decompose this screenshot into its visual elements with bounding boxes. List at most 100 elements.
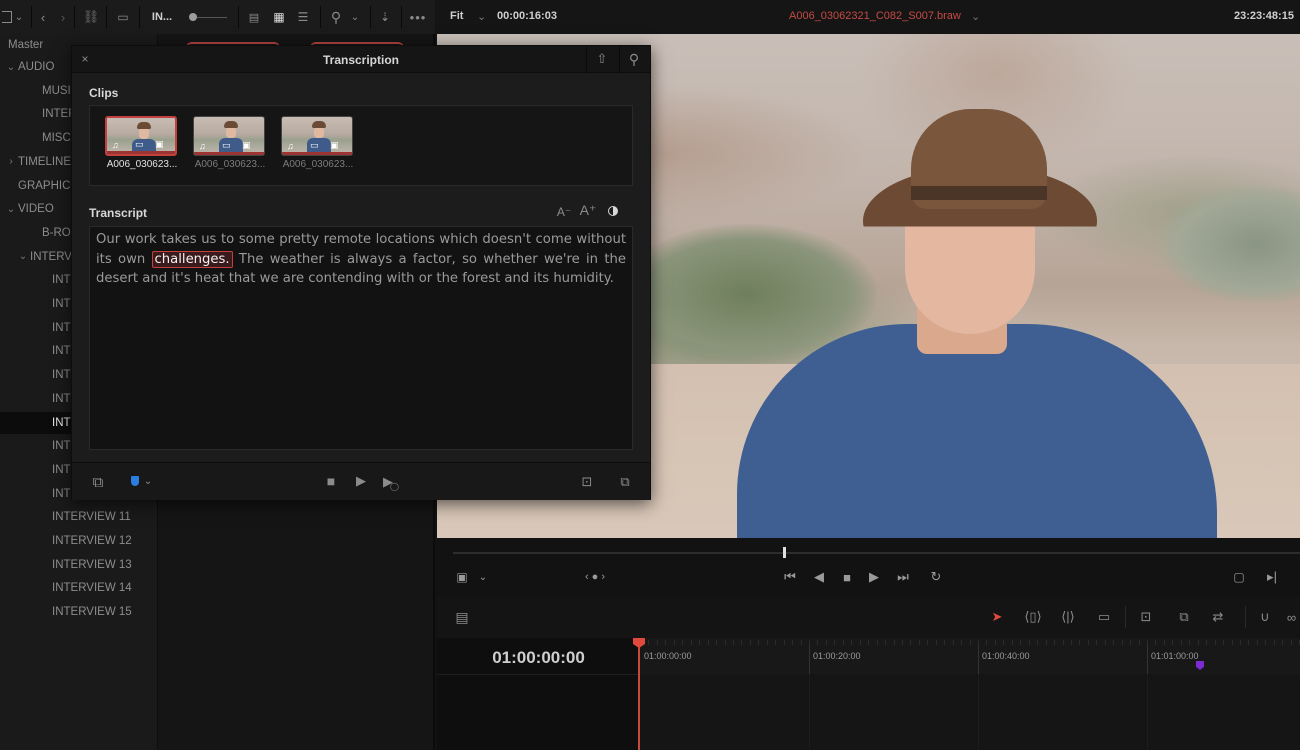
stop-icon[interactable]: ■ [839, 568, 855, 586]
create-subclip-icon[interactable]: ⧉ [88, 473, 108, 491]
clip-item[interactable]: ♫ ▭ ▣ A006_030623... [281, 116, 355, 170]
ruler-minor-tick [1121, 640, 1123, 645]
video-icon: ▣ [155, 139, 164, 149]
play-icon[interactable]: ▶ [866, 568, 882, 586]
forward-icon[interactable]: › [56, 0, 70, 34]
chevron-down-icon[interactable]: ⌄ [4, 204, 18, 215]
bin-item[interactable]: INTERVIEW 14 [0, 577, 158, 599]
bin-item[interactable]: INTERVIEW 12 [0, 530, 158, 552]
clip-item[interactable]: ♫ ▭ ▣ A006_030623... [105, 116, 179, 170]
ruler-minor-tick [1011, 640, 1013, 645]
search-options-chevron-icon[interactable]: ⌄ [348, 0, 362, 34]
viewer-mode-icon[interactable]: ▣ [453, 568, 471, 586]
ruler-label: 01:00:20:00 [813, 651, 861, 661]
timeline-view-options-icon[interactable]: ▤ [451, 608, 473, 626]
bin-item[interactable]: INTERVIEW 15 [0, 601, 158, 623]
ruler-minor-tick [724, 640, 726, 645]
bin-label: INTERVIEW 12 [52, 535, 132, 547]
ruler-minor-tick [1113, 640, 1115, 645]
list-view-icon[interactable]: ☰ [294, 0, 312, 34]
caption-icon[interactable]: ▭ [112, 0, 134, 34]
timeline-tracks[interactable] [640, 674, 1300, 750]
ruler-minor-tick [1020, 640, 1022, 645]
ruler-minor-tick [918, 640, 920, 645]
ruler-minor-tick [1197, 640, 1199, 645]
chevron-down-icon[interactable]: ⌄ [4, 62, 18, 73]
viewer-mode-chevron-icon[interactable]: ⌄ [477, 568, 489, 586]
scrubber-bar[interactable] [453, 547, 1300, 558]
play-reverse-icon[interactable]: ◀ [811, 568, 827, 586]
dialog-title: Transcription [322, 53, 399, 67]
metadata-view-icon[interactable]: ▤ [244, 0, 264, 34]
viewer-zoom-select[interactable]: Fit [450, 10, 463, 22]
playhead[interactable] [638, 640, 640, 750]
ruler-minor-tick [1028, 640, 1030, 645]
contrast-toggle-icon[interactable] [606, 204, 620, 218]
ruler-tick [978, 640, 979, 674]
scrubber-handle[interactable] [783, 547, 787, 558]
transcript-icon: ▭ [135, 139, 144, 149]
bin-item[interactable]: INTERVIEW 11 [0, 506, 158, 528]
next-clip-icon[interactable]: ▸| [1263, 568, 1281, 586]
bin-item[interactable]: INTERVIEW 13 [0, 554, 158, 576]
stop-icon[interactable]: ■ [324, 473, 338, 489]
transcript-text-area[interactable]: Our work takes us to some pretty remote … [89, 226, 633, 450]
insert-to-timeline-icon[interactable]: ⊡ [574, 473, 600, 491]
blade-tool-icon[interactable]: ▭ [1091, 608, 1117, 626]
play-loop-icon[interactable]: ▶ ◯ [382, 474, 400, 491]
loop-icon[interactable]: ↻ [925, 568, 947, 586]
flag-chevron-icon[interactable]: ⌄ [142, 474, 154, 488]
chevron-down-icon[interactable]: ⌄ [12, 0, 26, 34]
search-icon[interactable]: ⚲ [624, 51, 644, 67]
ruler-minor-tick [876, 640, 878, 645]
more-icon[interactable]: ••• [406, 0, 430, 34]
snapping-icon[interactable]: ∪ [1255, 608, 1275, 626]
ruler-minor-tick [901, 640, 903, 645]
ruler-minor-tick [969, 640, 971, 645]
trim-tool-icon[interactable]: ⟨▯⟩ [1020, 608, 1046, 626]
search-icon[interactable]: ⚲ [326, 0, 346, 34]
thumbnail-size-slider[interactable] [186, 0, 230, 34]
font-decrease-button[interactable]: A⁻ [556, 204, 572, 220]
ruler-minor-tick [994, 640, 996, 645]
font-increase-button[interactable]: A⁺ [580, 202, 597, 218]
jog-control[interactable]: ‹ ● › [575, 568, 615, 586]
ruler-minor-tick [1003, 640, 1005, 645]
go-to-start-icon[interactable]: ⏮ [779, 568, 801, 586]
go-to-end-icon[interactable]: ⏭ [892, 568, 914, 586]
linked-selection-icon[interactable]: ∞ [1283, 608, 1300, 626]
flag-icon[interactable] [130, 475, 140, 487]
clip-item[interactable]: ♫ ▭ ▣ A006_030623... [193, 116, 267, 170]
ruler-minor-tick [1037, 640, 1039, 645]
ruler-minor-tick [656, 640, 658, 645]
clip-name-select[interactable]: A006_03062321_C082_S007.braw [789, 10, 961, 22]
match-frame-icon[interactable]: ▢ [1229, 568, 1249, 586]
unlink-icon[interactable]: ⛓ [80, 0, 102, 34]
clip-name-chevron-icon[interactable]: ⌄ [971, 10, 980, 23]
ruler-minor-tick [952, 640, 954, 645]
selection-tool-icon[interactable]: ➤ [989, 608, 1005, 626]
audio-icon: ♫ [287, 141, 294, 151]
record-timecode: 23:23:48:15 [1234, 10, 1294, 22]
overwrite-clip-icon[interactable]: ⧉ [1171, 608, 1197, 626]
insert-clip-icon[interactable]: ⊡ [1133, 608, 1159, 626]
export-icon[interactable]: ⇧ [592, 51, 612, 67]
ruler-minor-tick [699, 640, 701, 645]
track-gridline [809, 674, 810, 750]
grid-view-icon[interactable]: ▦ [270, 0, 288, 34]
zoom-chevron-icon[interactable]: ⌄ [477, 10, 486, 23]
transcript-text[interactable]: Our work takes us to some pretty remote … [96, 230, 626, 289]
chevron-right-icon[interactable]: › [4, 156, 18, 167]
ruler-minor-tick [817, 640, 819, 645]
dynamic-trim-icon[interactable]: ⟨|⟩ [1055, 608, 1081, 626]
bin-label: Master [8, 39, 44, 51]
ruler-minor-tick [775, 640, 777, 645]
replace-clip-icon[interactable]: ⇄ [1205, 608, 1231, 626]
transcript-icon: ▭ [310, 140, 319, 150]
highlighted-word[interactable]: challenges. [151, 250, 233, 268]
append-to-timeline-icon[interactable]: ⧉ [612, 473, 638, 491]
chevron-down-icon[interactable]: ⌄ [16, 251, 30, 262]
back-icon[interactable]: ‹ [36, 0, 50, 34]
play-icon[interactable]: ▶ [354, 473, 368, 488]
sort-icon[interactable]: ⇣ [374, 0, 396, 34]
